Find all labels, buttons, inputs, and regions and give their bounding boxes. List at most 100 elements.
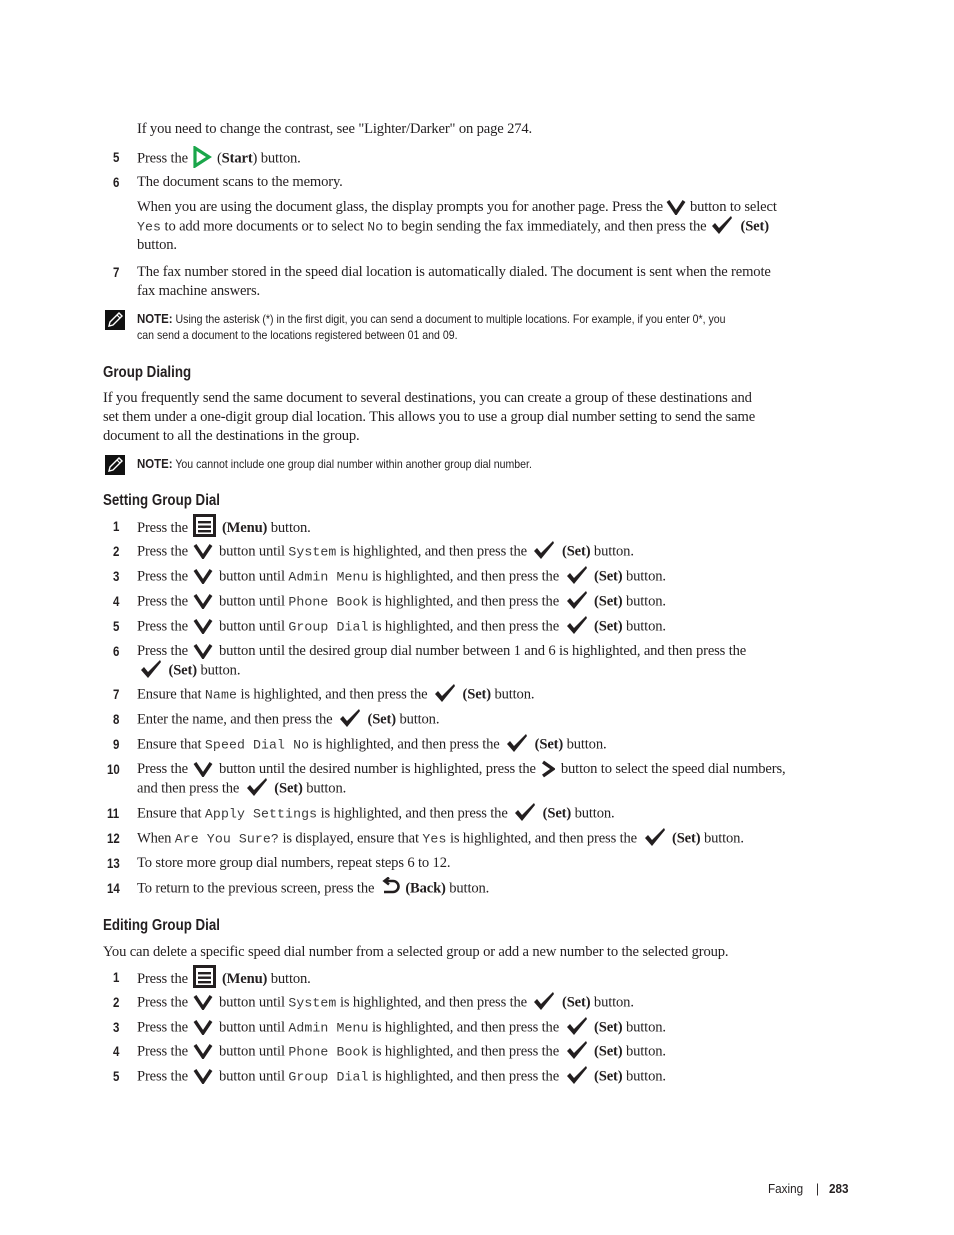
heading-group-dialing: Group Dialing (103, 364, 192, 381)
step-text: button to select the speed dial numbers, (560, 761, 786, 777)
step-text: Press the (137, 593, 188, 610)
step-text: Press the (137, 994, 188, 1011)
down-arrow-icon (193, 994, 213, 1010)
step-number: 14 (107, 881, 120, 896)
display-text: Group Dial (288, 1069, 369, 1085)
down-arrow-icon (193, 618, 213, 634)
step-number: 7 (113, 687, 120, 702)
group-dialing-para-line2: set them under a one-digit group dial lo… (103, 409, 756, 425)
back-button-label: (Back) (405, 880, 446, 897)
step-text: button until (218, 994, 285, 1011)
step-text: button. (593, 543, 634, 560)
step-number: 1 (113, 519, 120, 534)
set-check-icon (505, 733, 529, 753)
step-text: is highlighted, and then press the (372, 1043, 560, 1060)
step-number: 5 (113, 619, 120, 634)
right-arrow-icon (541, 760, 556, 778)
step-text: is highlighted, and then press the (339, 994, 527, 1011)
step-text: Press the (137, 643, 188, 659)
code-no: No (367, 219, 384, 235)
set-check-icon (433, 683, 457, 703)
step-text: Press the (137, 150, 188, 167)
step-text: Press the (137, 761, 188, 777)
display-text: Phone Book (288, 594, 369, 610)
set-label: (Set) (740, 218, 769, 235)
step-text: button until (218, 543, 285, 560)
note-label: NOTE: (137, 456, 173, 471)
set-label: (Set) (462, 686, 492, 703)
step-text: button. (449, 880, 490, 897)
step-text: button. (566, 736, 607, 753)
step-2-text: Press the button until System is highlig… (137, 541, 634, 562)
prompt-text: When you are using the document glass, t… (137, 199, 663, 215)
glass-prompt-line3: button. (137, 237, 177, 253)
step-text: is highlighted, and then press the (320, 805, 508, 822)
set-label: (Set) (367, 711, 397, 728)
step-text: button. (270, 519, 311, 536)
footer-section: Faxing (768, 1181, 804, 1196)
group-dialing-para-line1: If you frequently send the same document… (103, 390, 752, 406)
step-4-text: Press the button until Phone Book is hig… (137, 591, 666, 612)
step-text: is highlighted, and then press the (372, 593, 560, 610)
glass-prompt-line2: Yes to add more documents or to select N… (137, 215, 769, 237)
step-number: 2 (113, 544, 120, 559)
note-1-line2: can send a document to the locations reg… (137, 328, 458, 342)
set-check-icon (532, 991, 556, 1011)
note-1-line1: NOTE: Using the asterisk (*) in the firs… (137, 310, 726, 328)
step-text: Press the (137, 543, 188, 560)
step-text: Ensure that (137, 736, 202, 753)
footer-separator: | (816, 1181, 820, 1196)
note-pencil-icon (105, 310, 125, 330)
display-text: Admin Menu (288, 569, 369, 585)
note-label: NOTE: (137, 311, 173, 326)
step-text: To return to the previous screen, press … (137, 880, 375, 897)
step-text: button until (218, 1019, 285, 1036)
step-text: button. (625, 618, 666, 635)
down-arrow-icon (193, 761, 213, 777)
step-number: 2 (113, 995, 120, 1010)
menu-button-label: (Menu) (221, 519, 268, 536)
down-arrow-icon (193, 1019, 213, 1035)
down-arrow-icon (193, 593, 213, 609)
menu-button-label: (Menu) (221, 970, 268, 987)
set-label: (Set) (534, 736, 564, 753)
page-number: 283 (829, 1181, 849, 1196)
step-7-text: Ensure that Name is highlighted, and the… (137, 683, 535, 705)
step-number: 10 (107, 762, 120, 777)
set-label: (Set) (672, 830, 701, 847)
step-8-text: Enter the name, and then press the (Set)… (137, 709, 439, 730)
step-5-text: Press the button until Group Dial is hig… (137, 616, 666, 637)
set-check-icon (710, 215, 734, 235)
menu-icon (193, 514, 217, 537)
set-label: (Set) (594, 1019, 623, 1036)
code-yes: Yes (137, 219, 162, 235)
set-check-icon (139, 659, 163, 679)
down-arrow-icon (193, 568, 213, 584)
menu-icon (193, 965, 217, 988)
set-check-icon (565, 1040, 589, 1060)
set-label: (Set) (594, 1043, 623, 1060)
set-label: (Set) (594, 1068, 623, 1085)
display-text: Group Dial (288, 619, 369, 635)
set-label: (Set) (168, 662, 198, 679)
set-check-icon (565, 1016, 589, 1036)
step-9-text: Ensure that Speed Dial No is highlighted… (137, 733, 607, 755)
step-number: 4 (113, 594, 120, 609)
step-4-text: Press the button until Phone Book is hig… (137, 1040, 666, 1062)
note-text: You cannot include one group dial number… (175, 457, 532, 471)
step-2-text: Press the button until System is highlig… (137, 991, 634, 1013)
back-icon (380, 877, 400, 897)
step-10-line2: and then press the (Set) button. (137, 778, 346, 799)
step-10-text: Press the button until the desired numbe… (137, 760, 786, 779)
display-text: Are You Sure? (174, 831, 279, 847)
display-text: Name (204, 687, 237, 703)
step-text: Press the (137, 519, 188, 536)
step-text: button. (625, 1068, 666, 1085)
step-text: is highlighted, and then press the (372, 618, 560, 635)
note-pencil-icon (105, 455, 125, 475)
set-label: (Set) (594, 593, 623, 610)
contrast-reference-text: If you need to change the contrast, see … (137, 121, 533, 137)
step-text: Press the (137, 970, 188, 987)
display-text: System (288, 544, 337, 560)
set-check-icon (513, 802, 537, 822)
